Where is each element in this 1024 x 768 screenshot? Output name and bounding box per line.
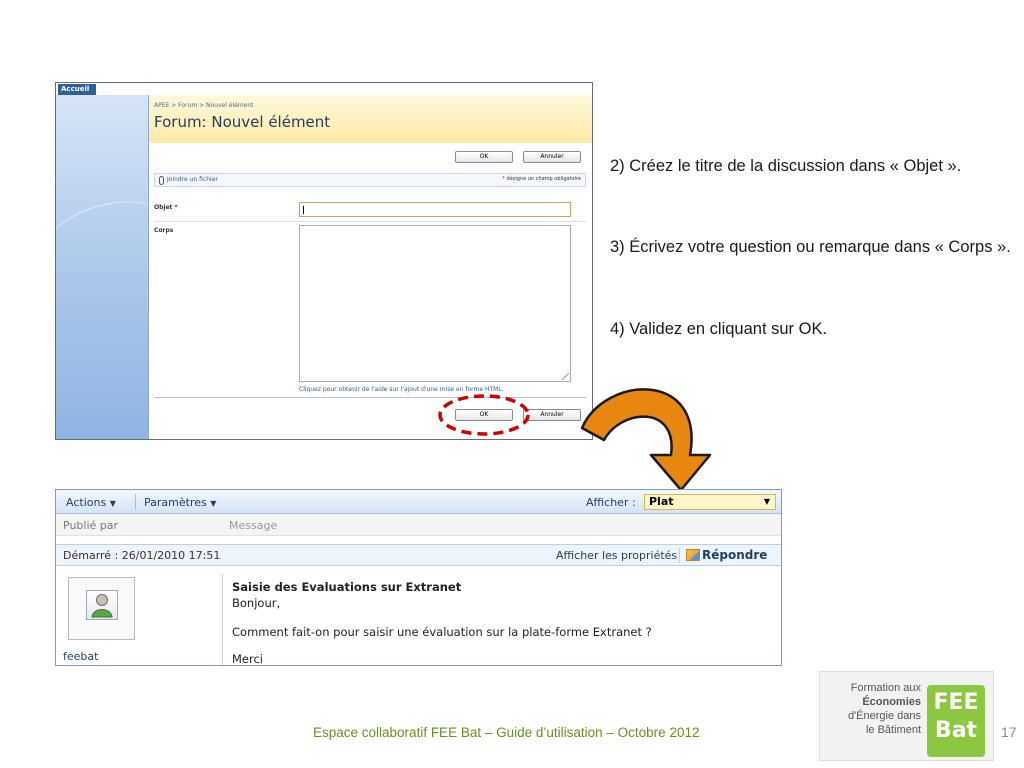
avatar-frame	[86, 590, 118, 620]
tab-accueil[interactable]: Accueil	[58, 84, 96, 95]
breadcrumb[interactable]: APEE > Forum > Nouvel élément	[154, 102, 254, 109]
view-select-value: Plat	[649, 495, 674, 508]
message-closing: Merci	[232, 652, 263, 666]
logo-badge-top: FEE	[933, 690, 979, 715]
reply-label: Répondre	[702, 548, 768, 562]
user-icon	[91, 594, 113, 618]
required-note-text: désigne un champ obligatoire	[506, 176, 581, 182]
logo-badge: FEE Bat	[927, 685, 985, 757]
logo-badge-bottom: Bat	[934, 718, 978, 743]
parametres-menu-label: Paramètres	[144, 496, 207, 509]
column-header-row: Publié par Message	[56, 514, 781, 536]
objet-input[interactable]	[299, 202, 571, 217]
corps-textarea[interactable]	[299, 225, 571, 382]
page-title: Forum: Nouvel élément	[154, 113, 331, 131]
bottom-divider	[154, 397, 586, 398]
required-star: *	[502, 176, 505, 182]
show-properties-link[interactable]: Afficher les propriétés	[556, 549, 677, 562]
reply-icon	[686, 549, 700, 561]
objet-label-text: Objet	[154, 204, 173, 211]
avatar[interactable]	[68, 577, 135, 640]
sharepoint-new-item-form-screenshot: Accueil APEE > Forum > Nouvel élément Fo…	[55, 82, 593, 440]
cancel-button-bottom[interactable]: Annuler	[523, 409, 581, 421]
discussion-thread-screenshot: Actions ▼ Paramètres ▼ Afficher : Plat ▼ …	[55, 489, 782, 666]
message-greeting: Bonjour,	[232, 596, 281, 610]
ok-button-top[interactable]: OK	[455, 151, 513, 163]
chevron-down-icon: ▼	[210, 499, 217, 508]
objet-required-star: *	[174, 204, 178, 211]
message-body: Comment fait-on pour saisir une évaluati…	[232, 625, 652, 639]
html-help-link[interactable]: Cliquez pour obtenir de l'aide sur l'ajo…	[299, 386, 504, 393]
logo-line-1: Formation aux	[850, 682, 921, 694]
logo-line-3: d'Énergie dans	[847, 710, 921, 722]
actions-menu-label: Actions	[66, 496, 107, 509]
attach-toolbar: Joindre un fichier * désigne un champ ob…	[154, 173, 586, 187]
list-toolbar: Actions ▼ Paramètres ▼ Afficher : Plat ▼	[56, 490, 781, 514]
view-label: Afficher :	[586, 496, 636, 509]
column-message[interactable]: Message	[229, 519, 277, 532]
objet-label: Objet *	[154, 204, 178, 211]
thread-header-separator	[679, 548, 680, 563]
instruction-step-2: 2) Créez le titre de la discussion dans …	[610, 157, 962, 175]
resize-grip-icon[interactable]	[562, 373, 569, 380]
footer-text: Espace collaboratif FEE Bat – Guide d’ut…	[313, 725, 700, 740]
message-divider	[222, 574, 223, 665]
ok-button-bottom[interactable]: OK	[455, 409, 513, 421]
actions-menu[interactable]: Actions ▼	[66, 496, 116, 509]
paperclip-icon	[159, 176, 164, 185]
fee-bat-logo: Formation aux Économies d'Énergie dans l…	[819, 671, 994, 761]
toolbar-separator	[135, 494, 136, 510]
author-link[interactable]: feebat	[63, 650, 98, 663]
left-navigation-panel	[56, 95, 149, 439]
thread-header: Démarré : 26/01/2010 17:51 Afficher les …	[56, 544, 781, 566]
required-note: * désigne un champ obligatoire	[502, 176, 581, 182]
attach-file-link[interactable]: Joindre un fichier	[167, 176, 218, 183]
text-caret	[303, 206, 304, 214]
row-divider	[154, 221, 586, 222]
logo-line-4: le Bâtiment	[865, 724, 921, 736]
view-select[interactable]: Plat ▼	[644, 494, 776, 510]
started-date: Démarré : 26/01/2010 17:51	[63, 549, 221, 562]
instruction-step-4: 4) Validez en cliquant sur OK.	[610, 320, 828, 338]
cancel-button-top[interactable]: Annuler	[523, 151, 581, 163]
reply-button[interactable]: Répondre	[686, 548, 767, 562]
curved-arrow-icon	[580, 388, 712, 492]
parametres-menu[interactable]: Paramètres ▼	[144, 496, 216, 509]
top-strip	[56, 83, 592, 95]
logo-line-2: Économies	[862, 696, 921, 708]
instruction-step-3: 3) Écrivez votre question ou remarque da…	[610, 238, 1011, 256]
chevron-down-icon: ▼	[763, 497, 770, 506]
chevron-down-icon: ▼	[109, 499, 116, 508]
message-subject: Saisie des Evaluations sur Extranet	[232, 580, 462, 594]
page-number: 17	[1001, 724, 1017, 740]
corps-label: Corps	[154, 227, 174, 234]
column-published-by[interactable]: Publié par	[63, 519, 118, 532]
